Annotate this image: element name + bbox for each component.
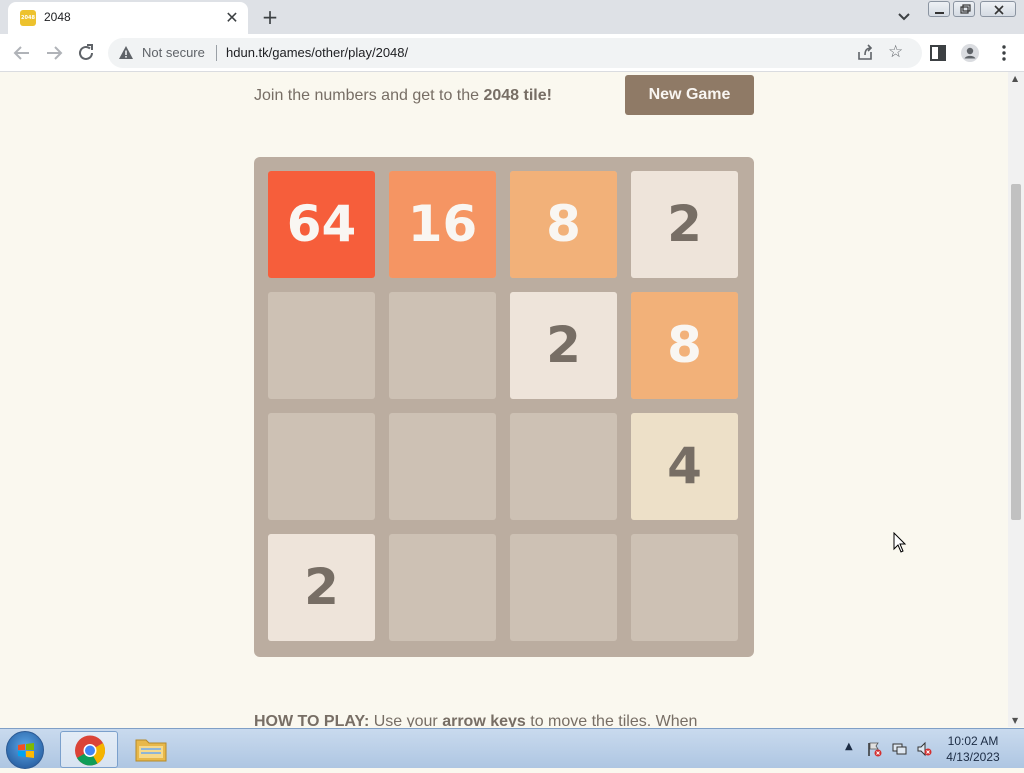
start-button[interactable]	[6, 731, 44, 769]
new-game-button[interactable]: New Game	[625, 75, 754, 115]
reload-icon[interactable]	[74, 41, 98, 65]
security-label[interactable]: Not secure	[142, 45, 205, 60]
intro-text: Join the numbers and get to the	[254, 87, 484, 104]
grid-cell	[389, 413, 496, 520]
system-clock[interactable]: 10:02 AM 4/13/2023	[940, 733, 1006, 765]
warning-icon[interactable]	[118, 45, 134, 61]
howto-label: HOW TO PLAY:	[254, 713, 370, 727]
back-icon[interactable]	[10, 41, 34, 65]
windows-logo-icon	[18, 743, 34, 758]
restore-button[interactable]	[953, 1, 975, 17]
tile-64: 64	[268, 171, 375, 278]
game-intro: Join the numbers and get to the 2048 til…	[254, 87, 552, 105]
mouse-cursor-icon	[893, 532, 907, 553]
howto-text-cont: to move the tiles. When	[525, 713, 698, 727]
new-tab-icon[interactable]: +	[258, 5, 282, 29]
browser-toolbar: Not secure hdun.tk/games/other/play/2048…	[0, 34, 1024, 72]
tile-2: 2	[510, 292, 617, 399]
network-icon[interactable]	[891, 741, 907, 757]
scroll-down-icon[interactable]: ▼	[1012, 716, 1018, 725]
browser-tab[interactable]: 2048 2048 ✕	[8, 2, 248, 34]
volume-muted-icon[interactable]	[916, 741, 932, 757]
vertical-scrollbar[interactable]: ▲ ▼	[1008, 72, 1024, 727]
grid-cell	[389, 292, 496, 399]
grid-cell	[268, 292, 375, 399]
menu-dots-icon[interactable]	[994, 43, 1014, 63]
url-text[interactable]: hdun.tk/games/other/play/2048/	[226, 45, 408, 60]
show-hidden-icons-icon[interactable]: ▲	[845, 741, 853, 752]
taskbar-chrome[interactable]	[60, 731, 118, 768]
minimize-button[interactable]	[928, 1, 950, 17]
share-icon[interactable]	[856, 44, 874, 62]
grid-cell	[631, 534, 738, 641]
page-content: Join the numbers and get to the 2048 til…	[0, 72, 1008, 727]
scroll-up-icon[interactable]: ▲	[1012, 74, 1018, 83]
profile-icon[interactable]	[960, 43, 980, 63]
grid-cell	[389, 534, 496, 641]
windows-taskbar: ▲ 10:02 AM 4/13/2023	[0, 728, 1024, 769]
side-panel-icon[interactable]	[928, 43, 948, 63]
taskbar-explorer[interactable]	[122, 731, 180, 768]
tile-8: 8	[631, 292, 738, 399]
tile-2: 2	[268, 534, 375, 641]
grid-cell	[268, 413, 375, 520]
clock-time: 10:02 AM	[947, 734, 999, 748]
bookmark-star-icon[interactable]: ☆	[888, 43, 906, 61]
clock-date: 4/13/2023	[946, 750, 1000, 764]
omnibox-divider	[216, 45, 217, 61]
tab-search-icon[interactable]	[892, 7, 916, 27]
tile-16: 16	[389, 171, 496, 278]
tile-4: 4	[631, 413, 738, 520]
tile-2: 2	[631, 171, 738, 278]
tile-8: 8	[510, 171, 617, 278]
intro-highlight: 2048 tile!	[483, 87, 552, 104]
tab-strip: 2048 2048 ✕ +	[0, 0, 1024, 34]
folder-icon	[135, 739, 167, 762]
forward-icon[interactable]	[42, 41, 66, 65]
tab-title: 2048	[44, 10, 71, 24]
game-board: 64 16 8 2 2 8 4 2	[254, 157, 754, 657]
scrollbar-thumb[interactable]	[1011, 184, 1021, 520]
action-center-flag-icon[interactable]	[866, 741, 882, 757]
chrome-icon	[75, 735, 106, 766]
grid-cell	[510, 413, 617, 520]
howto-text: Use your	[369, 713, 443, 727]
grid-cell	[510, 534, 617, 641]
howto-keys: arrow keys	[442, 713, 526, 727]
how-to-play: HOW TO PLAY: Use your arrow keys to move…	[254, 713, 754, 727]
close-window-button[interactable]	[980, 1, 1016, 17]
favicon-icon: 2048	[20, 10, 36, 26]
address-bar[interactable]: Not secure hdun.tk/games/other/play/2048…	[108, 38, 922, 68]
close-tab-icon[interactable]: ✕	[222, 8, 242, 28]
